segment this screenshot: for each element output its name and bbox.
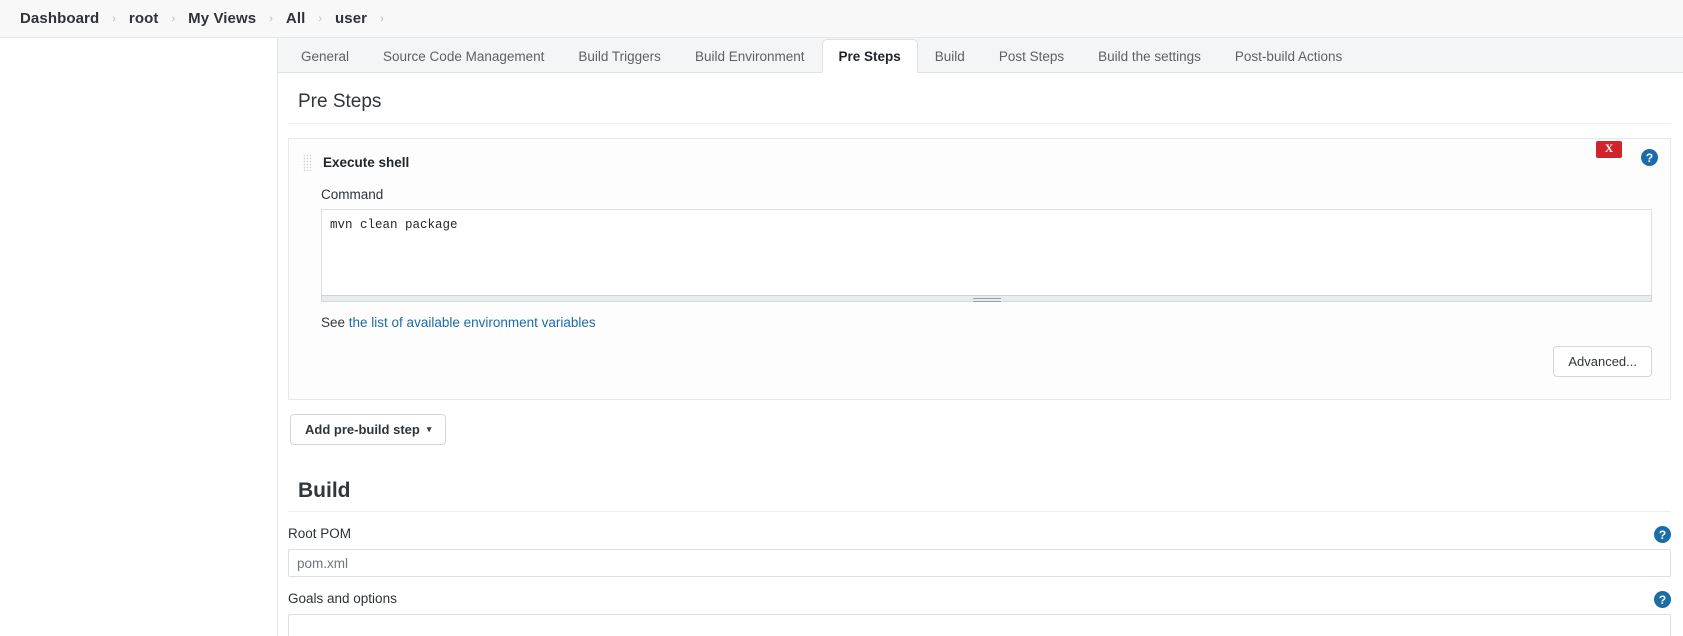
help-icon[interactable]: ?: [1641, 149, 1658, 166]
root-pom-input[interactable]: [288, 549, 1671, 577]
drag-handle-icon[interactable]: [303, 153, 312, 171]
help-icon[interactable]: ?: [1654, 591, 1671, 608]
textarea-resize-grip[interactable]: [321, 295, 1652, 302]
breadcrumb-item-all[interactable]: All: [286, 10, 305, 27]
add-pre-build-step-button[interactable]: Add pre-build step ▾: [290, 414, 447, 445]
breadcrumb-item-my-views[interactable]: My Views: [188, 10, 256, 27]
tab-build-environment[interactable]: Build Environment: [678, 39, 822, 73]
step-title: Execute shell: [323, 154, 410, 170]
environment-variables-hint: See the list of available environment va…: [321, 315, 1660, 330]
goals-and-options-row: Goals and options ?: [288, 577, 1671, 636]
add-pre-build-step-row: Add pre-build step ▾: [290, 414, 1683, 445]
tab-build[interactable]: Build: [918, 39, 982, 73]
config-tab-strip: General Source Code Management Build Tri…: [278, 38, 1683, 73]
breadcrumb-item-user[interactable]: user: [335, 10, 367, 27]
breadcrumb-separator-icon: ›: [171, 12, 176, 25]
env-hint-prefix: See: [321, 315, 349, 330]
help-icon[interactable]: ?: [1654, 526, 1671, 543]
breadcrumb-item-root[interactable]: root: [129, 10, 159, 27]
job-config-panel: General Source Code Management Build Tri…: [277, 38, 1683, 636]
breadcrumb-separator-icon: ›: [269, 12, 273, 25]
breadcrumb-separator-icon: ›: [380, 12, 384, 25]
breadcrumb-separator-icon: ›: [318, 12, 323, 25]
step-advanced-row: Advanced...: [299, 346, 1660, 377]
tab-post-build-actions[interactable]: Post-build Actions: [1218, 39, 1359, 73]
root-pom-row: Root POM ?: [288, 512, 1671, 577]
build-heading: Build: [288, 459, 1671, 512]
command-label: Command: [321, 187, 384, 202]
tab-general[interactable]: General: [284, 39, 366, 73]
pre-steps-heading: Pre Steps: [288, 73, 1671, 124]
tab-build-the-settings[interactable]: Build the settings: [1081, 39, 1218, 73]
command-textarea[interactable]: [321, 209, 1652, 295]
environment-variables-link[interactable]: the list of available environment variab…: [349, 315, 596, 330]
tab-post-steps[interactable]: Post Steps: [982, 39, 1081, 73]
tab-source-code-management[interactable]: Source Code Management: [366, 39, 561, 73]
root-pom-label: Root POM: [288, 526, 352, 541]
page-body: General Source Code Management Build Tri…: [0, 38, 1683, 636]
build-step-execute-shell: X ? Execute shell Command See the list o…: [288, 138, 1671, 400]
tab-pre-steps[interactable]: Pre Steps: [821, 39, 918, 73]
goals-and-options-input[interactable]: [288, 614, 1671, 636]
goals-and-options-label: Goals and options: [288, 591, 397, 606]
tab-build-triggers[interactable]: Build Triggers: [561, 39, 678, 73]
breadcrumb-separator-icon: ›: [112, 12, 116, 25]
breadcrumb: Dashboard › root › My Views › All › user…: [0, 0, 1683, 38]
add-pre-build-step-label: Add pre-build step: [305, 422, 420, 437]
command-field-wrapper: [321, 209, 1652, 302]
delete-step-button[interactable]: X: [1596, 141, 1622, 158]
breadcrumb-item-dashboard[interactable]: Dashboard: [20, 10, 99, 27]
advanced-button[interactable]: Advanced...: [1553, 346, 1652, 377]
chevron-down-icon: ▾: [426, 424, 432, 434]
step-header: Execute shell: [299, 151, 1660, 173]
